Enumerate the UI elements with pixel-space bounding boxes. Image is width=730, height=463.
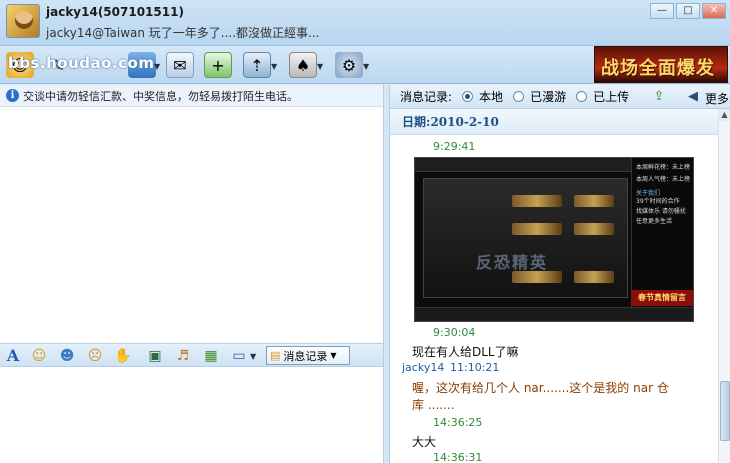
image-topbar [415,158,635,172]
radio-uploaded-label[interactable]: 已上传 [593,88,629,105]
radio-roamed[interactable] [513,91,525,102]
message-timestamp: 11:10:21 [450,361,500,374]
message-text: 现在有人给DLL了嘛 [412,345,519,359]
screenshot-caret-icon[interactable]: ▼ [250,352,258,361]
image-weapon [574,195,614,207]
mail-icon[interactable]: ✉ [166,52,194,78]
image-logo-text: 反恐精英 [476,253,549,272]
settings-gear-icon[interactable]: ⚙ [335,52,363,78]
image-weapon [574,223,614,235]
music-icon[interactable]: ♬ [174,347,192,365]
image-weapon [574,271,614,283]
image-weapon [512,195,562,207]
radio-local-label[interactable]: 本地 [479,88,503,105]
image-side-text: 找媒体乐 请勿骚扰 [636,208,686,215]
add-note-icon[interactable]: + [204,52,232,78]
smiley-icon[interactable]: ☺ [30,347,48,365]
message-timestamp: 14:36:25 [433,416,483,429]
image-red-banner: 春节真情留言 [631,290,693,306]
pane-divider[interactable] [383,85,390,463]
export-history-icon[interactable]: ⇪ [650,88,668,106]
message-timestamp: 9:29:41 [433,140,476,153]
message-text: 喔，这次有给几个人 nar.......这个是我的 nar 仓 [412,381,669,395]
font-icon[interactable]: A [4,347,22,365]
history-header: 消息记录: 本地 已漫游 已上传 [390,85,730,109]
history-scrollbar[interactable]: ▲ [718,109,730,463]
chat-image-screenshot[interactable]: 反恐精英 本周鲜花榜：未上榜 本周人气榜：未上榜 关于我们 39个时间的合作 找… [414,157,694,322]
chevron-down-icon: ▼ [330,351,337,360]
more-link[interactable]: 更多 [705,90,729,107]
picture-icon[interactable]: ▣ [146,347,164,365]
info-icon: i [6,89,19,102]
image-weapon [512,223,562,235]
message-sender: jacky14 [402,361,445,374]
history-header-label: 消息记录: [400,90,453,104]
ad-banner[interactable]: 战场全面爆发 [594,46,728,83]
image-side-text: 本周人气榜：未上榜 [636,176,691,183]
app-icon[interactable]: ♠ [289,52,317,78]
message-input[interactable] [0,368,383,463]
history-pane: 消息记录: 本地 已漫游 已上传 ⇪ ◀ 更多 日期:2010-2-10 9:2… [390,85,730,463]
date-value: 2010-2-10 [430,115,499,129]
magic-face-icon[interactable]: ☻ [58,347,76,365]
image-side-text: 本周鲜花榜：未上榜 [636,164,691,171]
speaker-icon[interactable]: ◀ [684,88,702,106]
image-side-text: 任意更多生活 [636,218,673,225]
image-bottombar [415,307,693,321]
contact-signature: jacky14@Taiwan 玩了一年多了....都沒做正經事... [46,26,320,40]
image-side-panel: 本周鲜花榜：未上榜 本周人气榜：未上榜 关于我们 39个时间的合作 找媒体乐 请… [631,158,693,321]
maximize-button[interactable]: □ [676,3,700,19]
window-controls: — □ ✕ [650,3,726,19]
gift-icon[interactable]: ▦ [202,347,220,365]
conversation-area [0,107,383,343]
scroll-thumb[interactable] [720,381,730,441]
message-history-button[interactable]: ▤ 消息记录 ▼ [266,346,350,365]
date-bar: 日期:2010-2-10 [390,109,718,135]
radio-uploaded[interactable] [576,91,588,102]
radio-roamed-label[interactable]: 已漫游 [530,88,566,105]
minimize-button[interactable]: — [650,3,674,19]
image-weapon-panel: 反恐精英 [423,178,628,298]
watermark-text: bbs.houdao.com [8,54,155,72]
close-button[interactable]: ✕ [702,3,726,19]
message-text: 大大 [412,435,437,449]
message-text: 库 ....... [412,398,455,412]
title-bar: jacky14(507101511) jacky14@Taiwan 玩了一年多了… [0,0,730,46]
share-caret-icon[interactable]: ▼ [271,62,279,71]
chat-left-pane: i 交谈中请勿轻信汇款、中奖信息，勿轻易拨打陌生电话。 A ☺ ☻ ☹ ✋ ▣ … [0,85,383,463]
image-side-text: 39个时间的合作 [636,198,680,205]
screenshot-icon[interactable]: ▭ [230,347,248,365]
message-history-label: 消息记录 [283,349,328,363]
chat-toolbar: ☺ ✎ ▼ ✉ + ⇡ ▼ ♠ ▼ ⚙ ▼ bbs.houdao.com 战场全… [0,46,730,84]
security-warning-bar: i 交谈中请勿轻信汇款、中奖信息，勿轻易拨打陌生电话。 [0,85,383,107]
message-timestamp: 14:36:31 [433,451,483,463]
message-timestamp: 9:30:04 [433,326,476,339]
thumbs-up-icon[interactable]: ✋ [114,347,132,365]
security-warning-text: 交谈中请勿轻信汇款、中奖信息，勿轻易拨打陌生电话。 [23,89,298,103]
ad-banner-text: 战场全面爆发 [601,58,715,79]
scroll-up-icon[interactable]: ▲ [719,109,730,121]
input-toolbar: A ☺ ☻ ☹ ✋ ▣ ♬ ▦ ▭ ▼ ▤ 消息记录 ▼ [0,343,383,367]
history-icon: ▤ [270,349,281,362]
app-caret-icon[interactable]: ▼ [317,62,325,71]
video-call-caret-icon[interactable]: ▼ [154,62,162,71]
contact-name: jacky14(507101511) [46,5,184,19]
radio-local[interactable] [462,91,474,102]
share-icon[interactable]: ⇡ [243,52,271,78]
date-label: 日期: [402,115,431,129]
contact-avatar[interactable] [6,4,40,38]
settings-caret-icon[interactable]: ▼ [363,62,371,71]
shake-window-icon[interactable]: ☹ [86,347,104,365]
